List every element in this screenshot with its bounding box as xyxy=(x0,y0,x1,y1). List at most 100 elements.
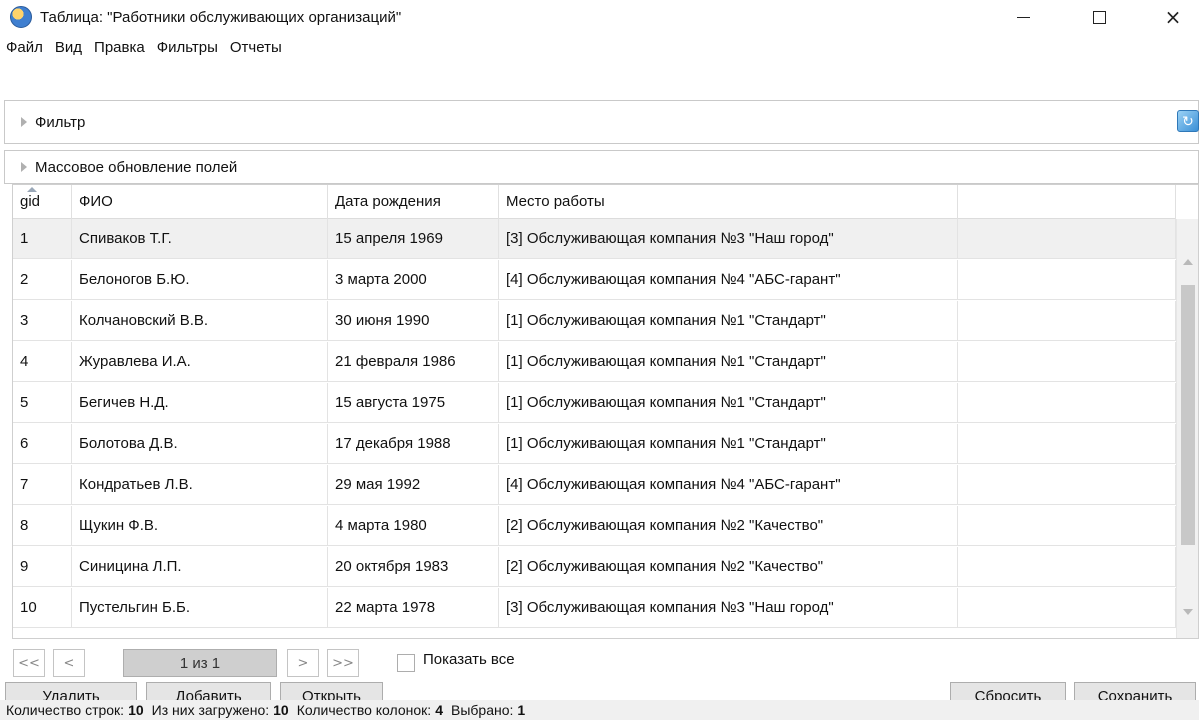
table-row[interactable]: 10 Пустельгин Б.Б. 22 марта 1978 [3] Обс… xyxy=(13,588,1176,628)
close-icon: × xyxy=(1164,5,1182,29)
prev-page-button[interactable]: < xyxy=(53,649,85,677)
cell-birthdate[interactable]: 3 марта 2000 xyxy=(328,260,499,300)
columns-count-label: Количество колонок: xyxy=(296,702,432,718)
expand-arrow-icon xyxy=(21,162,27,172)
cell-fio[interactable]: Болотова Д.В. xyxy=(72,424,328,464)
rows-count-label: Количество строк: xyxy=(6,702,125,718)
close-button[interactable]: × xyxy=(1150,0,1196,34)
cell-birthdate[interactable]: 15 августа 1975 xyxy=(328,383,499,423)
cell-filler xyxy=(958,465,1176,505)
globe-app-icon xyxy=(10,6,32,28)
table-row[interactable]: 9 Синицина Л.П. 20 октября 1983 [2] Обсл… xyxy=(13,547,1176,587)
table-row[interactable]: 6 Болотова Д.В. 17 декабря 1988 [1] Обсл… xyxy=(13,424,1176,464)
loaded-count-label: Из них загружено: xyxy=(151,702,270,718)
cell-workplace[interactable]: [4] Обслуживающая компания №4 "АБС-гаран… xyxy=(499,260,958,300)
cell-workplace[interactable]: [1] Обслуживающая компания №1 "Стандарт" xyxy=(499,424,958,464)
columns-count-value: 4 xyxy=(435,702,443,718)
filter-panel-label: Фильтр xyxy=(35,113,86,131)
cell-workplace[interactable]: [1] Обслуживающая компания №1 "Стандарт" xyxy=(499,301,958,341)
cell-birthdate[interactable]: 15 апреля 1969 xyxy=(328,219,499,259)
cell-fio[interactable]: Журавлева И.А. xyxy=(72,342,328,382)
column-header-label: Место работы xyxy=(506,193,605,210)
cell-fio[interactable]: Бегичев Н.Д. xyxy=(72,383,328,423)
menu-filters[interactable]: Фильтры xyxy=(157,39,218,56)
next-page-button[interactable]: > xyxy=(287,649,319,677)
cell-gid[interactable]: 10 xyxy=(13,588,72,628)
cell-fio[interactable]: Щукин Ф.В. xyxy=(72,506,328,546)
cell-workplace[interactable]: [1] Обслуживающая компания №1 "Стандарт" xyxy=(499,342,958,382)
filter-panel[interactable]: Фильтр ↻ xyxy=(4,100,1199,144)
minimize-icon xyxy=(1016,16,1030,18)
refresh-icon: ↻ xyxy=(1182,112,1194,129)
column-header-filler xyxy=(958,185,1176,219)
refresh-button[interactable]: ↻ xyxy=(1177,110,1199,132)
table-row[interactable]: 5 Бегичев Н.Д. 15 августа 1975 [1] Обслу… xyxy=(13,383,1176,423)
cell-fio[interactable]: Синицина Л.П. xyxy=(72,547,328,587)
cell-workplace[interactable]: [2] Обслуживающая компания №2 "Качество" xyxy=(499,547,958,587)
cell-filler xyxy=(958,342,1176,382)
show-all-label[interactable]: Показать все xyxy=(423,651,515,668)
cell-fio[interactable]: Спиваков Т.Г. xyxy=(72,219,328,259)
cell-birthdate[interactable]: 17 декабря 1988 xyxy=(328,424,499,464)
scroll-down-arrow-icon[interactable] xyxy=(1183,609,1193,615)
maximize-button[interactable] xyxy=(1076,0,1122,34)
table-row[interactable]: 2 Белоногов Б.Ю. 3 марта 2000 [4] Обслуж… xyxy=(13,260,1176,300)
column-header-label: Дата рождения xyxy=(335,193,441,210)
cell-gid[interactable]: 8 xyxy=(13,506,72,546)
maximize-icon xyxy=(1092,10,1106,24)
table-row[interactable]: 3 Колчановский В.В. 30 июня 1990 [1] Обс… xyxy=(13,301,1176,341)
menu-view[interactable]: Вид xyxy=(55,39,82,56)
cell-filler xyxy=(958,301,1176,341)
minimize-button[interactable] xyxy=(1000,0,1046,34)
cell-gid[interactable]: 6 xyxy=(13,424,72,464)
scroll-up-arrow-icon[interactable] xyxy=(1183,259,1193,265)
expand-arrow-icon xyxy=(21,117,27,127)
cell-gid[interactable]: 7 xyxy=(13,465,72,505)
menu-edit[interactable]: Правка xyxy=(94,39,145,56)
cell-fio[interactable]: Колчановский В.В. xyxy=(72,301,328,341)
last-page-button[interactable]: >> xyxy=(327,649,359,677)
column-header-workplace[interactable]: Место работы xyxy=(499,185,958,219)
cell-workplace[interactable]: [3] Обслуживающая компания №3 "Наш город… xyxy=(499,588,958,628)
column-header-fio[interactable]: ФИО xyxy=(72,185,328,219)
data-grid[interactable]: gid ФИО Дата рождения Место работы 1 Спи… xyxy=(12,184,1199,639)
cell-birthdate[interactable]: 22 марта 1978 xyxy=(328,588,499,628)
cell-fio[interactable]: Пустельгин Б.Б. xyxy=(72,588,328,628)
column-header-birthdate[interactable]: Дата рождения xyxy=(328,185,499,219)
first-page-button[interactable]: << xyxy=(13,649,45,677)
cell-gid[interactable]: 1 xyxy=(13,219,72,259)
show-all-checkbox[interactable] xyxy=(397,654,415,672)
cell-birthdate[interactable]: 20 октября 1983 xyxy=(328,547,499,587)
cell-gid[interactable]: 5 xyxy=(13,383,72,423)
cell-workplace[interactable]: [3] Обслуживающая компания №3 "Наш город… xyxy=(499,219,958,259)
mass-update-panel[interactable]: Массовое обновление полей xyxy=(4,150,1199,184)
menu-reports[interactable]: Отчеты xyxy=(230,39,282,56)
column-header-gid[interactable]: gid xyxy=(13,185,72,219)
cell-gid[interactable]: 2 xyxy=(13,260,72,300)
cell-filler xyxy=(958,547,1176,587)
cell-workplace[interactable]: [2] Обслуживающая компания №2 "Качество" xyxy=(499,506,958,546)
table-row[interactable]: 4 Журавлева И.А. 21 февраля 1986 [1] Обс… xyxy=(13,342,1176,382)
menu-bar: Файл Вид Правка Фильтры Отчеты xyxy=(0,34,1199,60)
cell-gid[interactable]: 4 xyxy=(13,342,72,382)
cell-birthdate[interactable]: 30 июня 1990 xyxy=(328,301,499,341)
table-row[interactable]: 1 Спиваков Т.Г. 15 апреля 1969 [3] Обслу… xyxy=(13,219,1176,259)
title-bar: Таблица: "Работники обслуживающих органи… xyxy=(0,0,1199,34)
table-row[interactable]: 8 Щукин Ф.В. 4 марта 1980 [2] Обслуживаю… xyxy=(13,506,1176,546)
cell-birthdate[interactable]: 29 мая 1992 xyxy=(328,465,499,505)
cell-birthdate[interactable]: 21 февраля 1986 xyxy=(328,342,499,382)
vertical-scrollbar[interactable] xyxy=(1176,219,1198,638)
cell-gid[interactable]: 9 xyxy=(13,547,72,587)
selected-count-value: 1 xyxy=(517,702,526,718)
cell-fio[interactable]: Кондратьев Л.В. xyxy=(72,465,328,505)
cell-workplace[interactable]: [1] Обслуживающая компания №1 "Стандарт" xyxy=(499,383,958,423)
cell-fio[interactable]: Белоногов Б.Ю. xyxy=(72,260,328,300)
window-title: Таблица: "Работники обслуживающих органи… xyxy=(40,8,402,26)
cell-birthdate[interactable]: 4 марта 1980 xyxy=(328,506,499,546)
menu-file[interactable]: Файл xyxy=(6,39,43,56)
cell-gid[interactable]: 3 xyxy=(13,301,72,341)
cell-filler xyxy=(958,383,1176,423)
cell-workplace[interactable]: [4] Обслуживающая компания №4 "АБС-гаран… xyxy=(499,465,958,505)
scrollbar-thumb[interactable] xyxy=(1181,285,1195,545)
table-row[interactable]: 7 Кондратьев Л.В. 29 мая 1992 [4] Обслуж… xyxy=(13,465,1176,505)
